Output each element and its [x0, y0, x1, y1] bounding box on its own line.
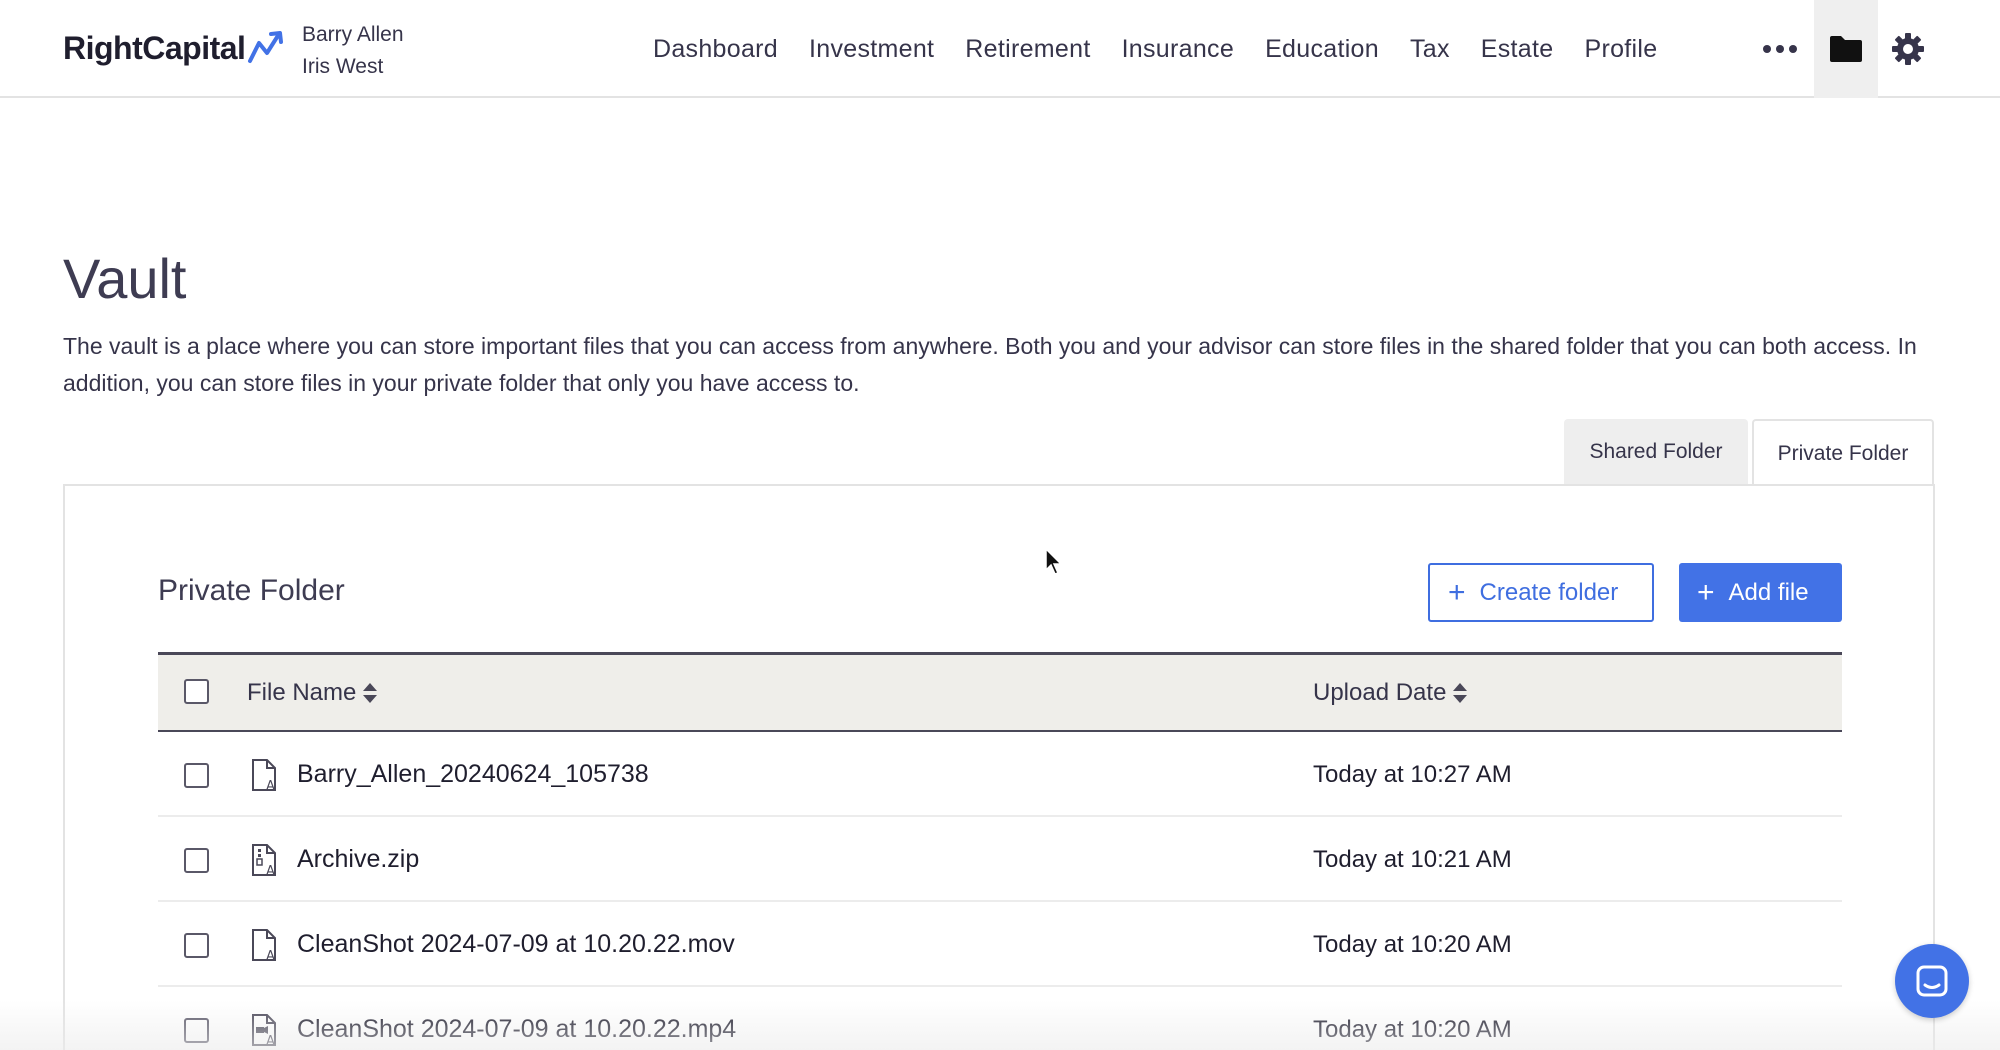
client-name-primary: Barry Allen — [302, 23, 404, 46]
svg-text:A: A — [266, 949, 275, 962]
nav-dashboard[interactable]: Dashboard — [653, 35, 778, 64]
vault-folder-button[interactable] — [1814, 0, 1878, 98]
mouse-cursor-icon — [1045, 548, 1063, 575]
tab-private-folder[interactable]: Private Folder — [1752, 419, 1934, 487]
archive-file-icon: A — [252, 844, 276, 877]
file-name[interactable]: CleanShot 2024-07-09 at 10.20.22.mp4 — [297, 1015, 736, 1044]
folder-icon — [1830, 36, 1862, 62]
client-names: Barry Allen Iris West — [302, 19, 404, 83]
plus-icon: + — [1697, 575, 1715, 609]
file-name[interactable]: Archive.zip — [297, 845, 419, 874]
chat-icon — [1916, 965, 1948, 997]
column-file-name-label: File Name — [247, 679, 357, 706]
column-upload-date[interactable]: Upload Date — [1313, 679, 1468, 707]
svg-text:A: A — [266, 779, 275, 792]
nav-insurance[interactable]: Insurance — [1122, 35, 1235, 64]
file-upload-date: Today at 10:27 AM — [1313, 761, 1512, 788]
more-dots-icon[interactable] — [1760, 34, 1800, 64]
table-row[interactable]: A CleanShot 2024-07-09 at 10.20.22.mp4 T… — [158, 987, 1842, 1050]
main-nav: Dashboard Investment Retirement Insuranc… — [653, 0, 1688, 98]
logo-text: RightCapital — [63, 30, 246, 66]
nav-investment[interactable]: Investment — [809, 35, 934, 64]
table-header: File Name Upload Date — [158, 652, 1842, 732]
row-checkbox[interactable] — [184, 763, 209, 788]
sort-icon — [1453, 683, 1468, 703]
table-row[interactable]: A Archive.zip Today at 10:21 AM — [158, 817, 1842, 902]
document-icon: A — [252, 759, 276, 792]
document-icon: A — [252, 929, 276, 962]
add-file-button[interactable]: + Add file — [1679, 563, 1842, 622]
table-row[interactable]: A CleanShot 2024-07-09 at 10.20.22.mov T… — [158, 902, 1842, 987]
video-file-icon: A — [252, 1014, 276, 1047]
table-row[interactable]: A Barry_Allen_20240624_105738 Today at 1… — [158, 732, 1842, 817]
panel-title: Private Folder — [158, 574, 345, 607]
tab-shared-folder[interactable]: Shared Folder — [1564, 419, 1748, 485]
create-folder-label: Create folder — [1479, 578, 1619, 606]
row-checkbox[interactable] — [184, 933, 209, 958]
plus-icon: + — [1448, 575, 1466, 609]
file-name[interactable]: CleanShot 2024-07-09 at 10.20.22.mov — [297, 930, 735, 959]
svg-text:A: A — [266, 864, 275, 877]
page-title: Vault — [63, 247, 187, 310]
row-checkbox[interactable] — [184, 848, 209, 873]
file-upload-date: Today at 10:21 AM — [1313, 846, 1512, 873]
rightcapital-logo[interactable]: RightCapital — [63, 30, 287, 67]
top-navigation-bar: RightCapital Barry Allen Iris West Dashb… — [0, 0, 2000, 98]
client-name-spouse: Iris West — [302, 55, 384, 78]
nav-tax[interactable]: Tax — [1410, 35, 1450, 64]
add-file-label: Add file — [1728, 578, 1809, 606]
logo-arrow-icon — [248, 30, 284, 63]
sort-icon — [363, 683, 378, 703]
row-checkbox[interactable] — [184, 1018, 209, 1043]
page-description: The vault is a place where you can store… — [63, 333, 1917, 396]
create-folder-button[interactable]: + Create folder — [1428, 563, 1654, 622]
file-upload-date: Today at 10:20 AM — [1313, 931, 1512, 958]
chat-launcher-button[interactable] — [1895, 944, 1969, 1018]
nav-retirement[interactable]: Retirement — [965, 35, 1090, 64]
select-all-checkbox[interactable] — [184, 679, 209, 704]
file-upload-date: Today at 10:20 AM — [1313, 1016, 1512, 1043]
gear-icon[interactable] — [1888, 28, 1928, 70]
file-name[interactable]: Barry_Allen_20240624_105738 — [297, 760, 649, 789]
nav-estate[interactable]: Estate — [1481, 35, 1554, 64]
column-upload-date-label: Upload Date — [1313, 679, 1447, 706]
column-file-name[interactable]: File Name — [247, 679, 378, 707]
nav-profile[interactable]: Profile — [1584, 35, 1657, 64]
nav-education[interactable]: Education — [1265, 35, 1379, 64]
svg-text:A: A — [266, 1034, 275, 1047]
